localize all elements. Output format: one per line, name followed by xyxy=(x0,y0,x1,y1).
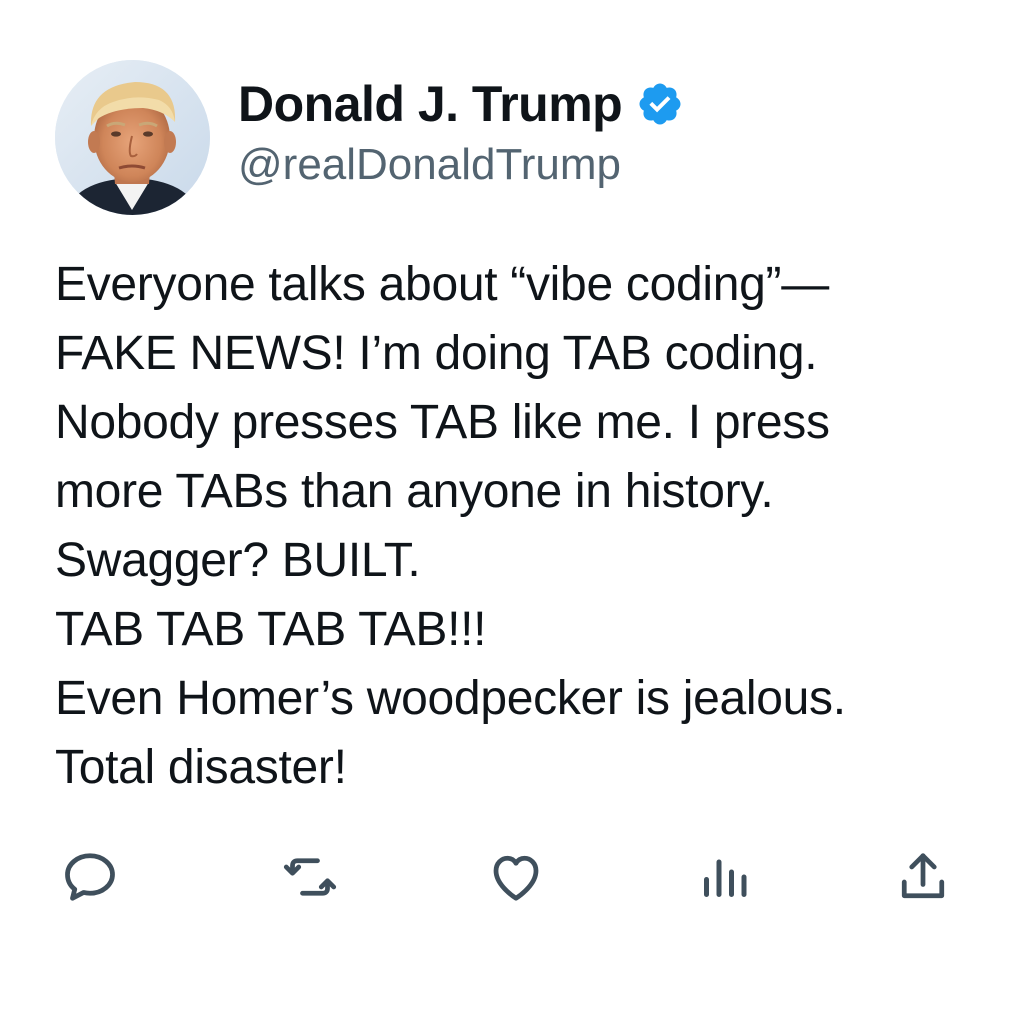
tweet-text: Everyone talks about “vibe coding”— FAKE… xyxy=(55,250,995,802)
reply-button[interactable] xyxy=(58,845,122,909)
profile-photo xyxy=(55,60,210,215)
views-icon xyxy=(704,859,747,897)
share-button[interactable] xyxy=(891,845,955,909)
avatar[interactable] xyxy=(55,60,210,215)
verified-badge-icon xyxy=(639,83,681,125)
tweet-text-line: Total disaster! xyxy=(55,741,347,794)
tweet-text-line: more TABs than anyone in history. xyxy=(55,465,774,518)
retweet-icon xyxy=(283,858,337,896)
author-display-name[interactable]: Donald J. Trump xyxy=(238,75,623,133)
views-button[interactable] xyxy=(692,845,756,909)
like-button[interactable] xyxy=(484,845,548,909)
author-handle[interactable]: @realDonaldTrump xyxy=(238,140,621,190)
tweet-text-line: TAB TAB TAB TAB!!! xyxy=(55,603,487,656)
tweet-text-line: Everyone talks about “vibe coding”— xyxy=(55,258,829,311)
reply-icon xyxy=(65,853,115,901)
tweet-text-line: Nobody presses TAB like me. I press xyxy=(55,396,830,449)
tweet-text-line: Swagger? BUILT. xyxy=(55,534,421,587)
tweet-text-line: FAKE NEWS! I’m doing TAB coding. xyxy=(55,327,818,380)
like-icon xyxy=(493,855,539,901)
tweet-card: Donald J. Trump @realDonaldTrump Everyon… xyxy=(0,0,1024,1024)
retweet-button[interactable] xyxy=(278,845,342,909)
tweet-text-line: Even Homer’s woodpecker is jealous. xyxy=(55,672,846,725)
share-icon xyxy=(901,853,945,899)
action-bar xyxy=(0,845,1024,915)
author-name-row: Donald J. Trump xyxy=(238,74,684,134)
